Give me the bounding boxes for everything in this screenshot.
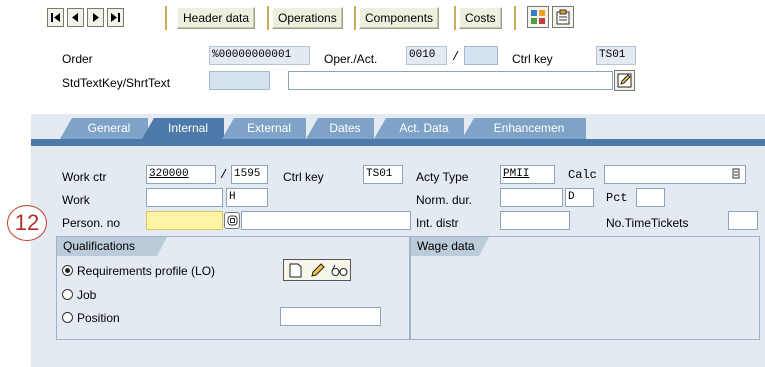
- toolbar-separator: [354, 6, 356, 30]
- tab-strip-line: [31, 139, 765, 146]
- next-page-icon: [93, 13, 99, 22]
- order-field[interactable]: %00000000001: [209, 46, 310, 65]
- first-page-button[interactable]: [47, 8, 64, 27]
- ctrl-key-field[interactable]: TS01: [363, 165, 403, 184]
- header-ctrl-key-field[interactable]: TS01: [596, 46, 636, 65]
- tab-external[interactable]: External: [222, 118, 306, 139]
- norm-dur-label: Norm. dur.: [416, 193, 473, 207]
- structure-icon: [531, 10, 545, 24]
- pct-label: Pct: [606, 191, 628, 205]
- work-ctr-field[interactable]: 320000: [146, 165, 216, 184]
- stdtext-label: StdTextKey/ShrtText: [62, 76, 171, 90]
- position-label: Position: [77, 311, 120, 325]
- radio-job[interactable]: [62, 289, 73, 300]
- header-ctrl-key-label: Ctrl key: [512, 52, 553, 66]
- person-no-field[interactable]: [146, 211, 223, 230]
- new-document-icon: [289, 263, 301, 277]
- work-field[interactable]: [146, 188, 223, 207]
- plant-field[interactable]: 1595: [231, 165, 268, 184]
- wage-data-group-title: Wage data: [411, 237, 489, 256]
- pencil-icon: [310, 262, 325, 277]
- edit-long-text-button[interactable]: [614, 70, 635, 91]
- glasses-icon: [331, 264, 347, 276]
- edit-pencil-icon: [617, 73, 632, 88]
- oper-act-field[interactable]: 0010: [406, 46, 447, 65]
- person-search-help-button[interactable]: [224, 212, 240, 229]
- short-text-field[interactable]: [288, 71, 613, 90]
- no-timetickets-field[interactable]: [728, 211, 758, 230]
- toolbar-separator: [514, 6, 516, 30]
- person-name-field[interactable]: [241, 211, 411, 230]
- acty-type-label: Acty Type: [416, 170, 469, 184]
- toolbar-separator: [267, 6, 269, 30]
- tab-general[interactable]: General: [60, 118, 148, 139]
- toolbar-separator: [165, 6, 167, 30]
- tab-dates[interactable]: Dates: [306, 118, 374, 139]
- work-unit-field[interactable]: H: [226, 188, 268, 207]
- work-ctr-label: Work ctr: [62, 170, 107, 184]
- calc-label: Calc: [568, 168, 597, 182]
- person-no-label: Person. no: [62, 216, 121, 230]
- norm-dur-field[interactable]: [500, 188, 563, 207]
- components-button[interactable]: Components: [359, 7, 440, 29]
- requirements-profile-label: Requirements profile (LO): [77, 264, 216, 278]
- no-timetickets-label: No.TimeTickets: [606, 216, 689, 230]
- radio-requirements-profile[interactable]: [62, 265, 73, 276]
- costs-button[interactable]: Costs: [459, 7, 502, 29]
- search-help-icon: [227, 215, 237, 226]
- previous-page-button[interactable]: [67, 8, 84, 27]
- norm-dur-unit-field[interactable]: D: [565, 188, 594, 207]
- last-page-icon: [111, 13, 120, 22]
- acty-type-field[interactable]: PMII: [500, 165, 555, 184]
- change-profile-button[interactable]: [307, 261, 327, 279]
- tab-enhancements[interactable]: Enhancemen: [462, 118, 586, 139]
- radio-selected-dot: [65, 268, 70, 273]
- calc-dropdown-glyph: [732, 168, 740, 179]
- stdtext-field[interactable]: [209, 71, 270, 90]
- int-distr-field[interactable]: [500, 211, 570, 230]
- int-distr-label: Int. distr: [416, 216, 459, 230]
- order-label: Order: [62, 52, 93, 66]
- sub-operation-field[interactable]: [464, 46, 498, 65]
- radio-position[interactable]: [62, 312, 73, 323]
- work-label: Work: [62, 193, 90, 207]
- oper-separator: /: [452, 50, 460, 64]
- first-page-icon: [51, 13, 60, 22]
- previous-page-icon: [72, 13, 78, 22]
- calc-dropdown-icon[interactable]: [731, 168, 741, 180]
- qualifications-group-title: Qualifications: [57, 237, 167, 256]
- toolbar-separator: [454, 6, 456, 30]
- job-label: Job: [77, 288, 97, 302]
- oper-act-label: Oper./Act.: [324, 52, 378, 66]
- position-field[interactable]: [280, 307, 381, 326]
- tab-act-data[interactable]: Act. Data: [374, 118, 464, 139]
- calc-field[interactable]: [604, 165, 746, 184]
- header-data-button[interactable]: Header data: [177, 7, 256, 29]
- last-page-button[interactable]: [107, 8, 124, 27]
- document-icon: [556, 9, 570, 25]
- tab-internal[interactable]: Internal: [142, 118, 224, 139]
- document-button[interactable]: [552, 6, 574, 28]
- plant-separator: /: [220, 168, 228, 182]
- step-callout-badge: 12: [7, 205, 47, 241]
- next-page-button[interactable]: [87, 8, 104, 27]
- create-profile-button[interactable]: [285, 261, 305, 279]
- structure-button[interactable]: [527, 6, 549, 28]
- operations-button[interactable]: Operations: [272, 7, 343, 29]
- pct-field[interactable]: [636, 188, 665, 207]
- display-profile-button[interactable]: [329, 261, 349, 279]
- ctrl-key-label: Ctrl key: [283, 170, 324, 184]
